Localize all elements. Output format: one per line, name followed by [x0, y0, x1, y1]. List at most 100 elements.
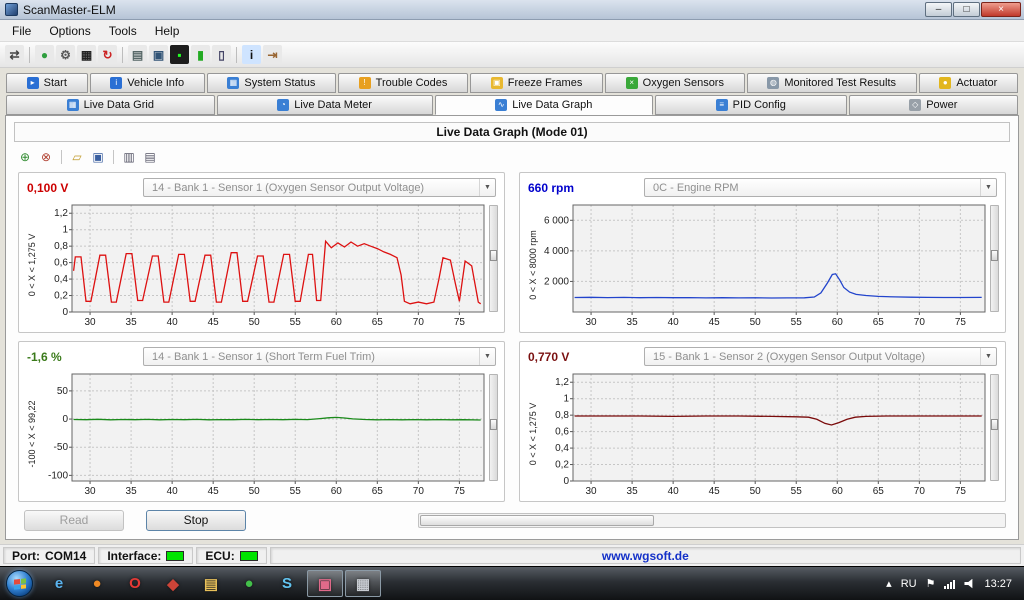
svg-text:45: 45 [208, 317, 220, 328]
svg-text:70: 70 [914, 317, 926, 328]
exit-icon[interactable]: ⇥ [263, 45, 282, 64]
connect-icon[interactable]: ⇄ [5, 45, 24, 64]
taskbar-scanmaster-icon[interactable]: ▦ [345, 570, 381, 597]
svg-text:6 000: 6 000 [544, 215, 569, 226]
taskbar-skype-icon[interactable]: S [269, 570, 305, 597]
chart-vertical-scrollbar[interactable] [489, 374, 498, 481]
chart-vertical-scrollbar-thumb[interactable] [991, 419, 998, 430]
chart-vertical-scrollbar-thumb[interactable] [991, 250, 998, 261]
print-icon[interactable]: ▤ [141, 148, 159, 166]
volume-icon[interactable] [964, 579, 975, 589]
tab-live-data-meter[interactable]: ◔Live Data Meter [217, 95, 433, 115]
toolbar-separator [29, 47, 30, 63]
live-data-graph-icon: ∿ [495, 99, 507, 111]
menu-options[interactable]: Options [40, 21, 99, 41]
stop-button[interactable]: Stop [146, 510, 246, 531]
live-data-meter-icon: ◔ [277, 99, 289, 111]
y-axis-range-label: 0 < X < 1,275 V [526, 370, 539, 497]
chevron-down-icon[interactable]: ▼ [980, 179, 996, 196]
taskbar-explorer-icon[interactable]: ▤ [193, 570, 229, 597]
add-pid-icon[interactable]: ⊕ [16, 148, 34, 166]
minimize-button[interactable]: – [925, 2, 952, 17]
battery-icon[interactable]: ▮ [191, 45, 210, 64]
tab-trouble-codes[interactable]: !Trouble Codes [338, 73, 468, 93]
chevron-down-icon[interactable]: ▼ [479, 348, 495, 365]
print-preview-icon[interactable]: ▥ [120, 148, 138, 166]
chart-vertical-scrollbar[interactable] [990, 374, 999, 481]
read-button[interactable]: Read [24, 510, 124, 531]
tab-monitored-test-results[interactable]: ◍Monitored Test Results [747, 73, 917, 93]
reset-icon[interactable]: ↻ [98, 45, 117, 64]
taskbar-opera-icon[interactable]: O [117, 570, 153, 597]
remove-pid-icon[interactable]: ⊗ [37, 148, 55, 166]
network-icon[interactable] [944, 579, 955, 589]
tab-start[interactable]: ▸Start [6, 73, 88, 93]
taskbar-firefox-icon[interactable]: ● [79, 570, 115, 597]
chart-vertical-scrollbar-thumb[interactable] [490, 419, 497, 430]
bottom-controls: Read Stop [14, 504, 1010, 533]
taskbar-ie-icon[interactable]: e [41, 570, 77, 597]
language-indicator[interactable]: RU [901, 578, 917, 590]
tab-live-data-graph[interactable]: ∿ Live Data Graph [435, 95, 653, 115]
chart-vertical-scrollbar[interactable] [489, 205, 498, 312]
tab-pid-config[interactable]: ≡PID Config [655, 95, 847, 115]
menu-help[interactable]: Help [146, 21, 189, 41]
info-icon[interactable]: i [242, 45, 261, 64]
tab-live-data-grid[interactable]: ▦Live Data Grid [6, 95, 215, 115]
pid-dropdown[interactable]: 15 - Bank 1 - Sensor 2 (Oxygen Sensor Ou… [644, 347, 997, 366]
start-button[interactable] [6, 570, 33, 597]
time-scrollbar-thumb[interactable] [420, 515, 654, 526]
tab-label: Oxygen Sensors [643, 77, 724, 89]
tab-label: Live Data Graph [512, 99, 592, 111]
live-data-grid-icon: ▦ [67, 99, 79, 111]
line-chart: 303540455055606570752 0004 0006 000 [539, 201, 988, 328]
log-icon[interactable]: ▤ [128, 45, 147, 64]
svg-text:4 000: 4 000 [544, 246, 569, 257]
time-scrollbar[interactable] [418, 513, 1006, 528]
show-hidden-icons-button[interactable]: ▴ [886, 577, 892, 590]
save-icon[interactable]: ▣ [89, 148, 107, 166]
menu-file[interactable]: File [3, 21, 40, 41]
statusbar-ecu: ECU: [196, 547, 266, 564]
taskbar-clock[interactable]: 13:27 [984, 578, 1012, 590]
svg-text:1,2: 1,2 [555, 377, 569, 388]
svg-text:1: 1 [62, 225, 68, 236]
tab-vehicle-info[interactable]: iVehicle Info [90, 73, 205, 93]
open-icon[interactable]: ▱ [68, 148, 86, 166]
settings-icon[interactable]: ⚙ [56, 45, 75, 64]
tab-actuator[interactable]: ●Actuator [919, 73, 1018, 93]
svg-text:50: 50 [249, 317, 261, 328]
terminal-icon[interactable]: ▪ [170, 45, 189, 64]
website-link[interactable]: www.wgsoft.de [270, 547, 1021, 564]
maximize-button[interactable]: □ [953, 2, 980, 17]
chart-vertical-scrollbar-thumb[interactable] [490, 250, 497, 261]
chevron-down-icon[interactable]: ▼ [980, 348, 996, 365]
pid-dropdown[interactable]: 14 - Bank 1 - Sensor 1 (Oxygen Sensor Ou… [143, 178, 496, 197]
svg-text:30: 30 [84, 317, 96, 328]
taskbar-media-app-icon[interactable]: ◆ [155, 570, 191, 597]
svg-text:0,8: 0,8 [555, 410, 569, 421]
close-button[interactable]: × [981, 2, 1021, 17]
menu-tools[interactable]: Tools [100, 21, 146, 41]
tab-system-status[interactable]: ▦System Status [207, 73, 336, 93]
chart-vertical-scrollbar[interactable] [990, 205, 999, 312]
taskbar-app-green-icon[interactable]: ● [231, 570, 267, 597]
svg-text:30: 30 [84, 486, 96, 497]
device-icon[interactable]: ▯ [212, 45, 231, 64]
interface-chip-icon[interactable]: ▦ [77, 45, 96, 64]
y-axis-range-label: 0 < X < 8000 rpm [526, 201, 539, 328]
statusbar-interface: Interface: [98, 547, 193, 564]
tab-oxygen-sensors[interactable]: ×Oxygen Sensors [605, 73, 745, 93]
tab-power[interactable]: ◇ Power [849, 95, 1019, 115]
globe-icon[interactable]: ● [35, 45, 54, 64]
taskbar-app-pink-icon[interactable]: ▣ [307, 570, 343, 597]
pid-dropdown[interactable]: 0C - Engine RPM ▼ [644, 178, 997, 197]
power-tab-icon: ◇ [909, 99, 921, 111]
tab-label: Power [926, 99, 957, 111]
chevron-down-icon[interactable]: ▼ [479, 179, 495, 196]
tab-label: Start [44, 77, 67, 89]
display-icon[interactable]: ▣ [149, 45, 168, 64]
pid-dropdown[interactable]: 14 - Bank 1 - Sensor 1 (Short Term Fuel … [143, 347, 496, 366]
tab-freeze-frames[interactable]: ▣Freeze Frames [470, 73, 603, 93]
action-center-flag-icon[interactable]: ⚑ [926, 577, 936, 590]
